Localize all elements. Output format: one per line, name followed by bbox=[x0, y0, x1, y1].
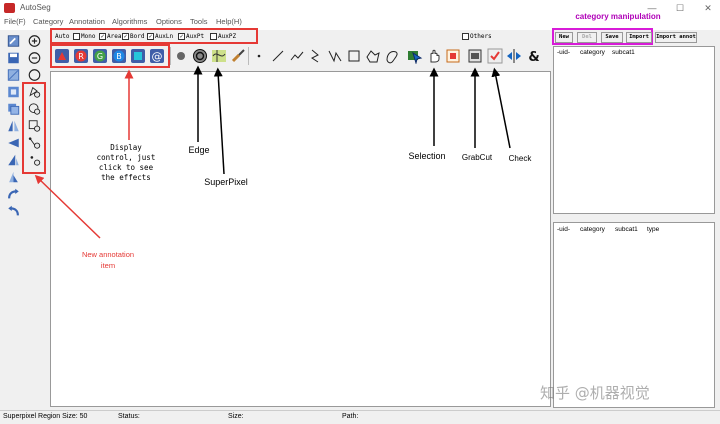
watermark: 知乎 @机器视觉 bbox=[540, 384, 650, 402]
column-header-subcat1[interactable]: subcat1 bbox=[612, 49, 635, 56]
status-bar bbox=[0, 410, 720, 424]
superpixel-arrow bbox=[213, 67, 225, 175]
column-header-subcat1[interactable]: subcat1 bbox=[615, 226, 638, 233]
column-header-type[interactable]: type bbox=[647, 226, 659, 233]
check-note: Check bbox=[508, 154, 532, 163]
save-category-button[interactable]: Save bbox=[601, 32, 623, 43]
status-label: Status: bbox=[118, 413, 140, 420]
path-label: Path: bbox=[342, 413, 359, 420]
import-category-button[interactable]: Import bbox=[626, 32, 652, 43]
size-label: Size: bbox=[228, 413, 244, 420]
import-annot-button[interactable]: Import annot bbox=[655, 32, 697, 43]
column-header-uid[interactable]: -uid- bbox=[557, 49, 570, 56]
category-manipulation-heading: category manipulation bbox=[575, 12, 661, 21]
superpixel-note: SuperPixel bbox=[204, 177, 248, 187]
edge-note: Edge bbox=[188, 145, 210, 155]
new-category-button[interactable]: New bbox=[555, 32, 573, 43]
check-arrow bbox=[491, 67, 511, 149]
new-annotation-arrow bbox=[34, 174, 101, 239]
grabcut-note: GrabCut bbox=[461, 153, 493, 162]
category-table[interactable] bbox=[553, 46, 715, 214]
column-header-uid[interactable]: -uid- bbox=[557, 226, 570, 233]
new-annotation-note: New annotation item bbox=[81, 250, 135, 270]
display-control-note: Display control, just click to see the e… bbox=[96, 143, 156, 182]
delete-category-button[interactable]: Del bbox=[577, 32, 597, 43]
column-header-category[interactable]: category bbox=[580, 226, 605, 233]
annotation-items-table[interactable] bbox=[553, 222, 715, 408]
column-header-category[interactable]: category bbox=[580, 49, 605, 56]
superpixel-size-status: Superpixel Region Size: 50 bbox=[3, 413, 88, 420]
selection-note: Selection bbox=[408, 151, 446, 161]
